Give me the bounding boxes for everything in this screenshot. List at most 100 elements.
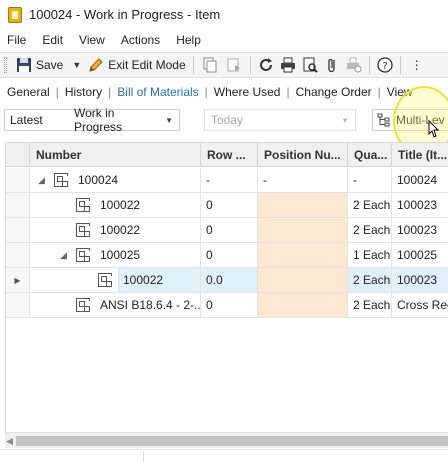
tab-change-order[interactable]: Change Order (290, 85, 378, 99)
menu-view[interactable]: View (71, 33, 113, 47)
cell-quantity: - (348, 168, 392, 192)
horizontal-scrollbar[interactable]: ◀ (5, 432, 448, 448)
cell-position[interactable] (258, 218, 348, 242)
cell-position[interactable] (258, 243, 348, 267)
cell-quantity: 1 Each (348, 243, 392, 267)
cell-position[interactable]: - (258, 168, 348, 192)
grid-header: Number Row ... Position Nu... Qua... Tit… (6, 143, 448, 167)
cell-title: 100025 (392, 243, 448, 267)
scrollbar-thumb[interactable] (16, 436, 448, 446)
menu-actions[interactable]: Actions (113, 33, 168, 47)
table-row-selected[interactable]: ▶ 100022 0.0 2 Each 100023 (6, 268, 448, 293)
cell-title: 100023 (392, 193, 448, 217)
print-disabled-icon[interactable] (346, 57, 362, 73)
state-value: Work in Progress (74, 106, 123, 134)
cell-row: 0 (201, 293, 258, 317)
tab-history[interactable]: History (59, 85, 108, 99)
table-row[interactable]: 100022 0 2 Each 100023 (6, 218, 448, 243)
save-button[interactable]: Save (13, 54, 66, 76)
cell-position[interactable] (258, 293, 348, 317)
cell-title: Cross Rece (392, 293, 448, 317)
status-separator (143, 451, 144, 462)
row-indicator[interactable] (6, 193, 30, 217)
cell-position[interactable] (258, 268, 348, 292)
copy-icon[interactable] (202, 57, 218, 73)
cell-title: 100023 (392, 218, 448, 242)
row-indicator[interactable] (6, 168, 30, 192)
revision-value: Latest (10, 113, 43, 127)
app-icon (8, 6, 22, 23)
toolbar-separator (249, 56, 251, 74)
cell-number: 100022 (30, 193, 201, 217)
cell-number: 100022 (30, 218, 201, 242)
tab-view[interactable]: View (381, 85, 419, 99)
tab-where-used[interactable]: Where Used (208, 85, 287, 99)
row-indicator[interactable] (6, 293, 30, 317)
save-dropdown-arrow[interactable]: ▼ (72, 60, 81, 70)
revision-state-select[interactable]: Latest Work in Progress ▼ (4, 106, 180, 134)
assembly-icon (54, 173, 68, 187)
cell-number: ◢ 100025 (30, 243, 201, 267)
date-value: Today (211, 113, 244, 127)
status-bar (0, 449, 448, 462)
table-row[interactable]: 100022 0 2 Each 100023 (6, 193, 448, 218)
save-label: Save (36, 58, 64, 72)
cell-title: 100023 (392, 268, 448, 292)
col-row[interactable]: Row ... (201, 143, 258, 167)
table-row[interactable]: ◢ 100025 0 1 Each 100025 (6, 243, 448, 268)
col-number[interactable]: Number (30, 143, 201, 167)
cell-row: - (201, 168, 258, 192)
col-title[interactable]: Title (It... (392, 143, 448, 167)
header-indicator (6, 143, 30, 167)
date-select[interactable]: Today ▼ (204, 109, 356, 131)
menu-file[interactable]: File (0, 33, 34, 47)
part-icon (76, 223, 90, 237)
svg-text:?: ? (382, 61, 387, 72)
toolbar-separator (399, 56, 401, 74)
print-icon[interactable] (280, 57, 296, 73)
col-position-number[interactable]: Position Nu... (258, 143, 348, 167)
scroll-left-icon[interactable]: ◀ (6, 436, 13, 447)
part-icon (76, 198, 90, 212)
toolbar: Save ▼ Exit Edit Mode ? ⋮ (0, 52, 448, 78)
toolbar-grip[interactable] (4, 57, 7, 73)
tree-structure-icon (377, 113, 390, 127)
pencil-icon (89, 58, 103, 72)
cell-row: 0 (201, 193, 258, 217)
cell-row: 0 (201, 243, 258, 267)
cell-position[interactable] (258, 193, 348, 217)
mouse-cursor-icon (428, 120, 440, 138)
filter-bar: Latest Work in Progress ▼ Today ▼ Multi-… (0, 106, 448, 134)
paste-icon[interactable] (226, 57, 242, 73)
toolbar-separator (192, 56, 194, 74)
row-indicator[interactable] (6, 243, 30, 267)
exit-edit-mode-button[interactable]: Exit Edit Mode (85, 54, 188, 76)
toolbar-overflow-icon[interactable]: ⋮ (411, 58, 423, 72)
menu-help[interactable]: Help (168, 33, 209, 47)
part-icon (76, 298, 90, 312)
cell-title: 100024 (392, 168, 448, 192)
attachment-icon[interactable] (324, 57, 340, 73)
print-preview-icon[interactable] (302, 57, 318, 73)
window-title: 100024 - Work in Progress - Item (29, 7, 221, 22)
cell-number: 100022 (30, 268, 201, 292)
chevron-down-icon: ▼ (341, 115, 349, 125)
row-indicator[interactable] (6, 218, 30, 242)
expand-arrow-icon[interactable]: ◢ (38, 175, 45, 186)
menu-bar: File Edit View Actions Help (0, 29, 448, 51)
table-row[interactable]: ◢ 100024 - - - 100024 (6, 168, 448, 193)
row-indicator-current[interactable]: ▶ (6, 268, 30, 292)
assembly-icon (76, 248, 90, 262)
table-row[interactable]: ANSI B18.6.4 - 2-... 0 2 Each Cross Rece (6, 293, 448, 318)
cell-quantity: 2 Each (348, 268, 392, 292)
cell-quantity: 2 Each (348, 193, 392, 217)
help-icon[interactable]: ? (377, 57, 393, 73)
cell-number: ◢ 100024 (30, 168, 201, 192)
tab-general[interactable]: General (0, 85, 56, 99)
menu-edit[interactable]: Edit (34, 33, 71, 47)
tab-bill-of-materials[interactable]: Bill of Materials (111, 85, 204, 99)
refresh-icon[interactable] (258, 57, 274, 73)
title-bar: 100024 - Work in Progress - Item (0, 0, 448, 29)
col-quantity[interactable]: Qua... (348, 143, 392, 167)
expand-arrow-icon[interactable]: ◢ (60, 250, 67, 261)
